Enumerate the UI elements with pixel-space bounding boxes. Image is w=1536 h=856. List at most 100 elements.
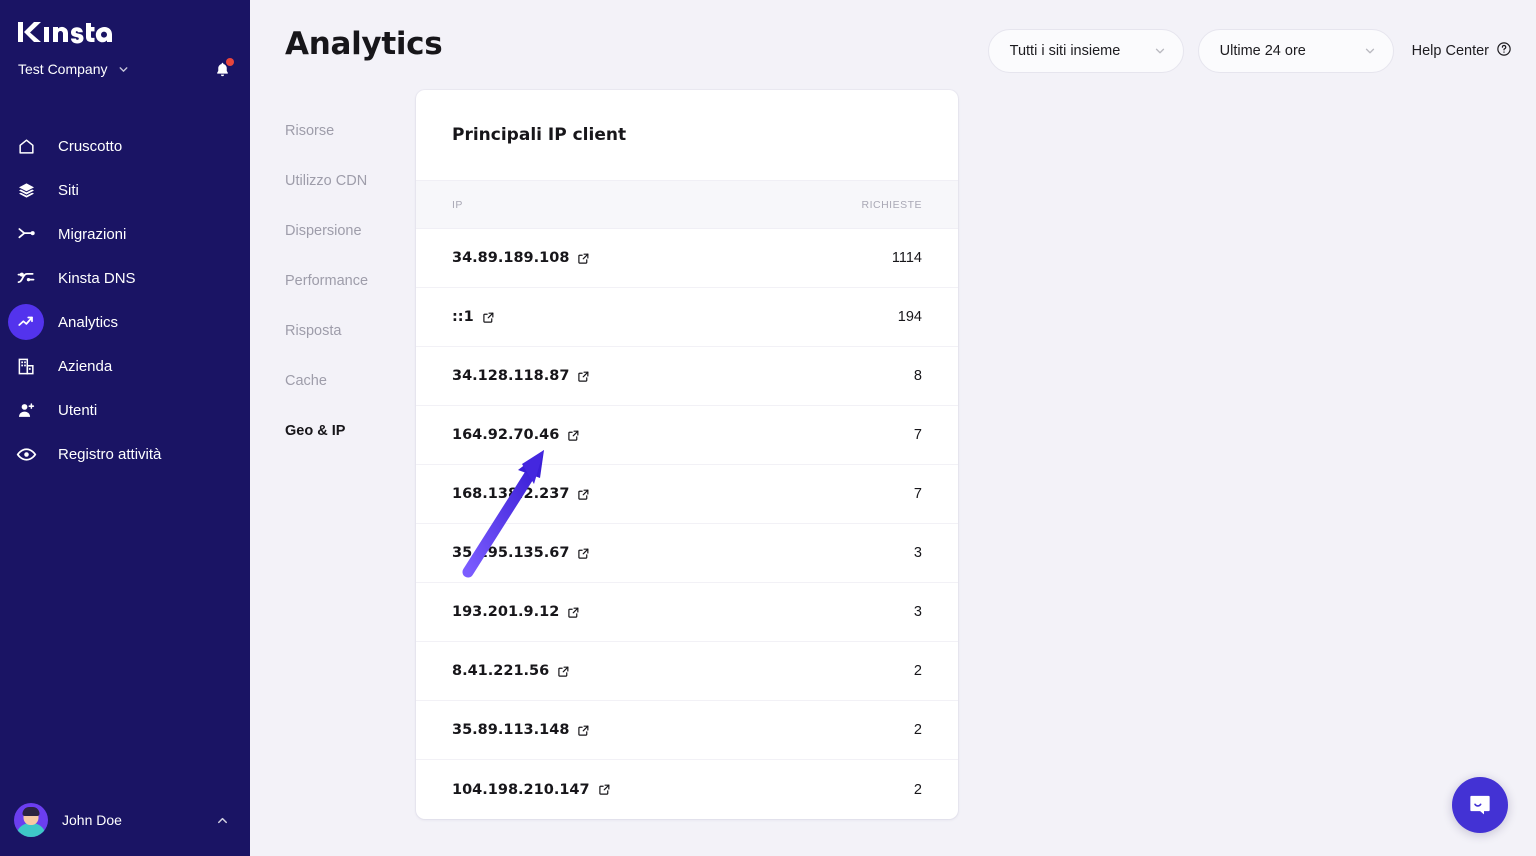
cell-ip: 35.89.113.148 (452, 722, 914, 738)
subnav-item-risposta[interactable]: Risposta (285, 306, 416, 356)
brand-logo[interactable] (0, 0, 250, 46)
cell-requests: 2 (914, 722, 922, 738)
subnav-label: Utilizzo CDN (285, 173, 367, 189)
external-link-icon[interactable] (567, 606, 580, 619)
cell-ip: 104.198.210.147 (452, 782, 914, 798)
subnav-label: Cache (285, 373, 327, 389)
sidebar-item-utenti[interactable]: Utenti (0, 388, 250, 432)
cell-ip: 8.41.221.56 (452, 663, 914, 679)
card-header: Principali IP client (416, 90, 958, 181)
external-link-icon[interactable] (557, 665, 570, 678)
site-filter-label: Tutti i siti insieme (1010, 43, 1121, 59)
user-menu[interactable]: John Doe (0, 798, 250, 842)
chevron-down-icon (1363, 44, 1377, 58)
sidebar-item-azienda[interactable]: Azienda (0, 344, 250, 388)
help-center-link[interactable]: Help Center (1408, 41, 1512, 61)
ip-value: 104.198.210.147 (452, 782, 590, 798)
subnav-item-utilizzo-cdn[interactable]: Utilizzo CDN (285, 156, 416, 206)
sidebar-item-siti[interactable]: Siti (0, 168, 250, 212)
layers-icon (8, 172, 44, 208)
notifications-bell-button[interactable] (212, 59, 232, 79)
ip-value: 34.128.118.87 (452, 368, 569, 384)
chat-launcher-button[interactable] (1452, 777, 1508, 833)
ip-value: 164.92.70.46 (452, 427, 559, 443)
cell-ip: ::1 (452, 309, 898, 325)
table-row: ::1194 (416, 288, 958, 347)
cell-ip: 168.138.2.237 (452, 486, 914, 502)
sidebar: Test Company Cruscotto (0, 0, 250, 856)
chat-bubble-icon (1467, 792, 1493, 818)
cell-requests: 3 (914, 545, 922, 561)
sidebar-item-label: Siti (58, 182, 79, 199)
column-header-ip: IP (452, 199, 861, 211)
subnav-item-cache[interactable]: Cache (285, 356, 416, 406)
cell-requests: 8 (914, 368, 922, 384)
avatar (14, 803, 48, 837)
external-link-icon[interactable] (577, 547, 590, 560)
ip-value: 34.89.189.108 (452, 250, 569, 266)
sidebar-item-label: Azienda (58, 358, 112, 375)
cell-ip: 164.92.70.46 (452, 427, 914, 443)
card-title: Principali IP client (452, 125, 626, 145)
site-filter-dropdown[interactable]: Tutti i siti insieme (988, 29, 1184, 73)
ip-value: 35.89.113.148 (452, 722, 569, 738)
sidebar-item-kinsta-dns[interactable]: Kinsta DNS (0, 256, 250, 300)
sidebar-item-registro-attivita[interactable]: Registro attività (0, 432, 250, 476)
cell-requests: 1114 (892, 250, 922, 266)
external-link-icon[interactable] (577, 252, 590, 265)
chevron-down-icon (1153, 44, 1167, 58)
sidebar-item-label: Registro attività (58, 446, 161, 463)
table-row: 8.41.221.56 2 (416, 642, 958, 701)
table-body: 34.89.189.108 1114::119434.128.118.87 8164… (416, 229, 958, 819)
subnav-label: Dispersione (285, 223, 362, 239)
content-area: Risorse Utilizzo CDN Dispersione Perform… (250, 88, 1536, 819)
ip-table: IP RICHIESTE 34.89.189.1081114::119434.1… (416, 181, 958, 819)
user-name: John Doe (62, 812, 122, 828)
dns-icon (8, 260, 44, 296)
time-range-dropdown[interactable]: Ultime 24 ore (1198, 29, 1394, 73)
help-center-label: Help Center (1412, 43, 1489, 59)
time-range-label: Ultime 24 ore (1220, 43, 1306, 59)
sidebar-nav: Cruscotto Siti Migrazioni Kinsta DNS (0, 124, 250, 476)
top-client-ips-card: Principali IP client IP RICHIESTE 34.89.… (416, 90, 958, 819)
sidebar-item-cruscotto[interactable]: Cruscotto (0, 124, 250, 168)
external-link-icon[interactable] (482, 311, 495, 324)
subnav-item-dispersione[interactable]: Dispersione (285, 206, 416, 256)
table-row: 164.92.70.46 7 (416, 406, 958, 465)
ip-value: 168.138.2.237 (452, 486, 569, 502)
table-header-row: IP RICHIESTE (416, 181, 958, 229)
subnav-label: Performance (285, 273, 368, 289)
cell-requests: 2 (914, 663, 922, 679)
migrations-icon (8, 216, 44, 252)
column-header-requests: RICHIESTE (861, 199, 922, 211)
table-row: 34.128.118.87 8 (416, 347, 958, 406)
external-link-icon[interactable] (567, 429, 580, 442)
ip-value: 193.201.9.12 (452, 604, 559, 620)
sidebar-item-migrazioni[interactable]: Migrazioni (0, 212, 250, 256)
table-row: 193.201.9.123 (416, 583, 958, 642)
subnav-item-risorse[interactable]: Risorse (285, 106, 416, 156)
external-link-icon[interactable] (598, 783, 611, 796)
question-circle-icon (1496, 41, 1512, 61)
external-link-icon[interactable] (577, 488, 590, 501)
cell-requests: 7 (914, 486, 922, 502)
sidebar-item-label: Migrazioni (58, 226, 126, 243)
subnav-item-geo-ip[interactable]: Geo & IP (285, 406, 416, 456)
cell-ip: 34.128.118.87 (452, 368, 914, 384)
external-link-icon[interactable] (577, 370, 590, 383)
sidebar-item-label: Kinsta DNS (58, 270, 136, 287)
subnav-item-performance[interactable]: Performance (285, 256, 416, 306)
home-icon (8, 128, 44, 164)
table-row: 104.198.210.1472 (416, 760, 958, 819)
table-row: 35.89.113.148 2 (416, 701, 958, 760)
app-root: Test Company Cruscotto (0, 0, 1536, 856)
company-selector[interactable]: Test Company (0, 52, 250, 86)
subnav-label: Geo & IP (285, 423, 345, 439)
cell-requests: 7 (914, 427, 922, 443)
ip-value: 8.41.221.56 (452, 663, 549, 679)
chevron-up-icon (215, 813, 230, 828)
sidebar-item-analytics[interactable]: Analytics (0, 300, 250, 344)
ip-value: ::1 (452, 309, 474, 325)
external-link-icon[interactable] (577, 724, 590, 737)
eye-icon (8, 436, 44, 472)
